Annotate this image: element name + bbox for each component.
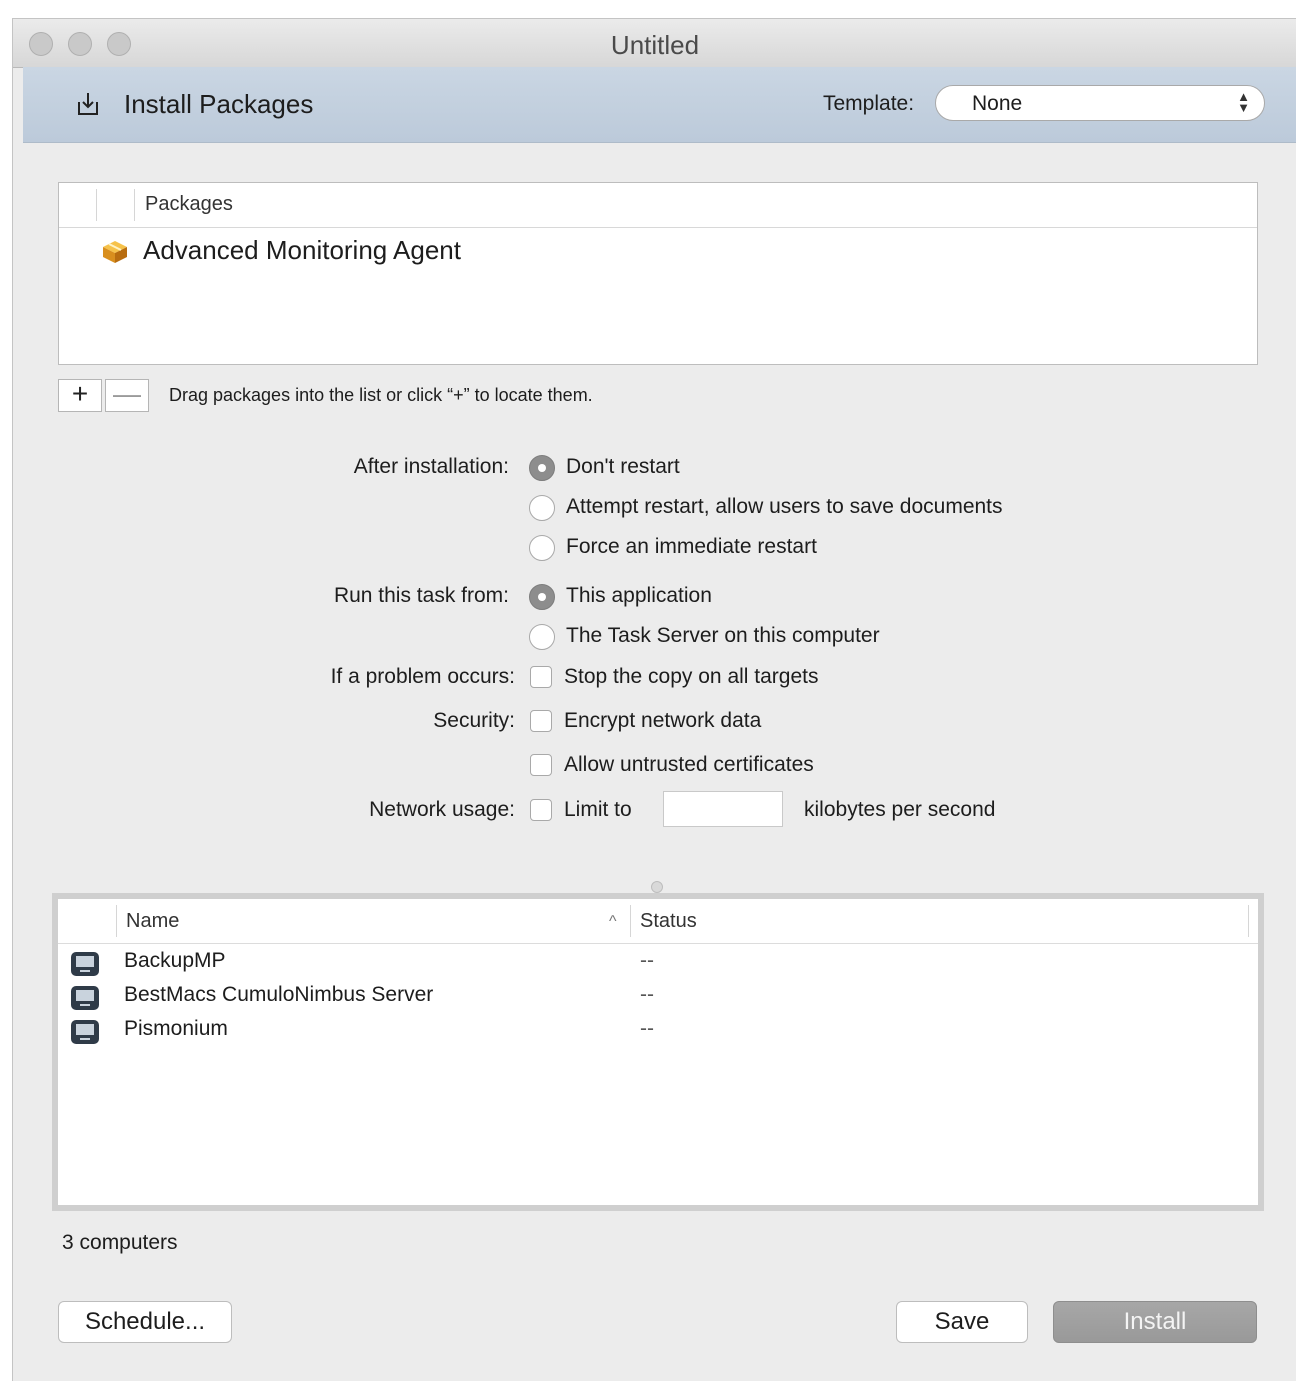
computer-count: 3 computers	[62, 1231, 178, 1254]
splitter-handle[interactable]	[651, 881, 663, 893]
force-restart-radio[interactable]	[529, 535, 555, 561]
computer-name: BestMacs CumuloNimbus Server	[124, 983, 434, 1006]
this-application-label[interactable]: This application	[566, 584, 712, 608]
run-from-label: Run this task from:	[333, 584, 509, 607]
force-restart-label[interactable]: Force an immediate restart	[566, 535, 817, 559]
task-title: Install Packages	[124, 89, 314, 119]
remove-package-button[interactable]: —	[105, 379, 149, 412]
column-separator	[116, 905, 117, 937]
attempt-restart-radio[interactable]	[529, 495, 555, 521]
install-button[interactable]: Install	[1053, 1301, 1257, 1343]
computer-status: --	[640, 983, 654, 1006]
computer-icon	[71, 1020, 99, 1044]
packages-list-header: Packages	[59, 183, 1257, 228]
schedule-button[interactable]: Schedule...	[58, 1301, 232, 1343]
rate-limit-input[interactable]	[663, 791, 783, 827]
column-separator	[1248, 905, 1249, 937]
up-down-arrows-icon: ▲ ▼	[1237, 89, 1250, 115]
limit-network-checkbox[interactable]	[530, 799, 552, 821]
column-separator	[134, 189, 135, 221]
computer-icon	[71, 986, 99, 1010]
computers-list-header: Name ^ Status	[58, 899, 1258, 944]
task-server-label[interactable]: The Task Server on this computer	[566, 624, 880, 648]
computer-status: --	[640, 949, 654, 972]
add-package-button[interactable]: +	[58, 379, 102, 412]
install-icon	[78, 93, 98, 115]
computer-name: Pismonium	[124, 1017, 228, 1040]
computer-status: --	[640, 1017, 654, 1040]
computers-list[interactable]: Name ^ Status BackupMP -- BestMacs Cumul…	[52, 893, 1264, 1211]
task-server-radio[interactable]	[529, 624, 555, 650]
encrypt-network-label[interactable]: Encrypt network data	[564, 709, 761, 733]
rate-unit-label: kilobytes per second	[804, 798, 996, 821]
computer-name: BackupMP	[124, 949, 226, 972]
packages-column-header[interactable]: Packages	[145, 193, 233, 216]
after-installation-label: After installation:	[353, 455, 509, 478]
stop-copy-label[interactable]: Stop the copy on all targets	[564, 665, 819, 689]
status-column-header[interactable]: Status	[640, 910, 697, 933]
package-icon	[103, 241, 127, 263]
attempt-restart-label[interactable]: Attempt restart, allow users to save doc…	[566, 495, 1003, 519]
dont-restart-label[interactable]: Don't restart	[566, 455, 680, 479]
column-separator	[630, 905, 631, 937]
dont-restart-radio[interactable]	[529, 455, 555, 481]
template-select[interactable]: None ▲ ▼	[935, 85, 1265, 121]
template-label: Template:	[823, 92, 915, 115]
title-bar: Untitled	[13, 19, 1296, 68]
sort-ascending-icon[interactable]: ^	[609, 913, 617, 931]
limit-to-label[interactable]: Limit to	[564, 798, 632, 822]
problem-label: If a problem occurs:	[330, 665, 515, 688]
install-packages-window: Untitled Install Packages Template: None…	[12, 18, 1296, 1381]
untrusted-certs-checkbox[interactable]	[530, 754, 552, 776]
template-value: None	[972, 92, 1023, 115]
computer-icon	[71, 952, 99, 976]
computer-row[interactable]: Pismonium --	[58, 1015, 1258, 1049]
stop-copy-checkbox[interactable]	[530, 666, 552, 688]
package-name: Advanced Monitoring Agent	[143, 235, 461, 265]
security-label: Security:	[433, 709, 515, 732]
computer-row[interactable]: BestMacs CumuloNimbus Server --	[58, 981, 1258, 1015]
computer-row[interactable]: BackupMP --	[58, 947, 1258, 981]
window-title: Untitled	[610, 30, 700, 60]
packages-hint: Drag packages into the list or click “+”…	[169, 385, 593, 405]
task-header: Install Packages Template: None ▲ ▼	[23, 67, 1296, 143]
column-separator	[96, 189, 97, 221]
packages-list[interactable]: Packages Advanced Monitoring Agent	[58, 182, 1258, 365]
name-column-header[interactable]: Name	[126, 910, 179, 933]
encrypt-network-checkbox[interactable]	[530, 710, 552, 732]
network-usage-label: Network usage:	[369, 798, 515, 821]
this-application-radio[interactable]	[529, 584, 555, 610]
untrusted-certs-label[interactable]: Allow untrusted certificates	[564, 753, 814, 777]
package-row[interactable]: Advanced Monitoring Agent	[59, 231, 1257, 271]
save-button[interactable]: Save	[896, 1301, 1028, 1343]
